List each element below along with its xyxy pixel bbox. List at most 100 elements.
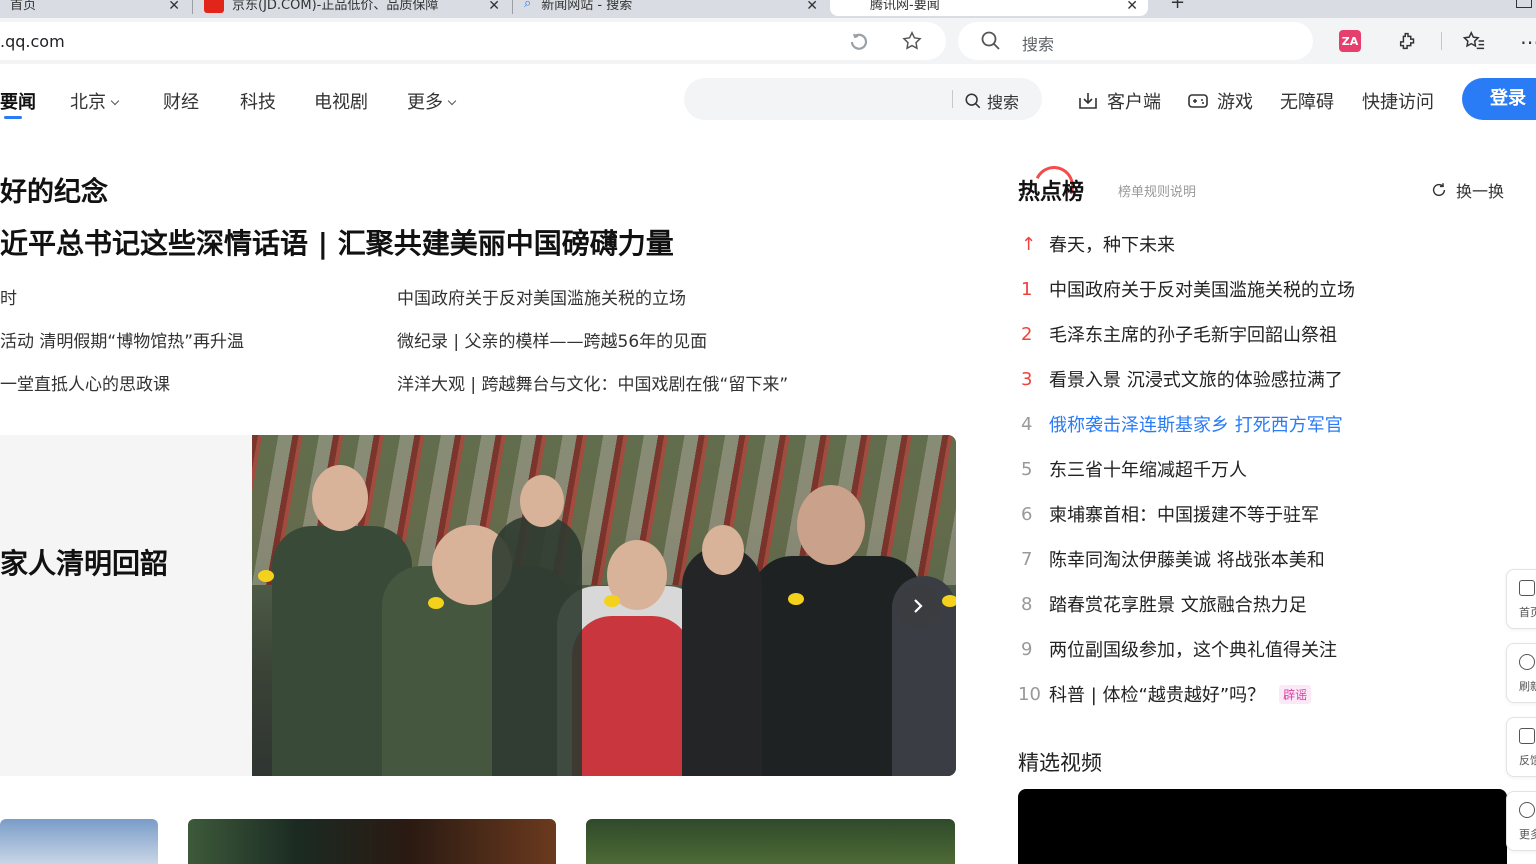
site-search-box[interactable]: 搜索 (684, 78, 1042, 120)
flower (258, 570, 274, 582)
news-link-right-2[interactable]: 微纪录 | 父亲的模样——跨越56年的见面 (397, 327, 707, 352)
flower (788, 593, 804, 605)
client-download-link[interactable]: 客户端 (1077, 88, 1161, 114)
news-link-left-1[interactable]: 时 (0, 284, 17, 309)
hot-list-rank: 2 (1021, 323, 1033, 345)
close-icon[interactable]: ✕ (488, 0, 500, 14)
news-thumbnail-1[interactable] (0, 819, 158, 864)
nav-item-beijing[interactable]: 北京 (70, 88, 120, 114)
side-tool-label: 反馈 (1519, 754, 1536, 767)
news-link-right-3[interactable]: 洋洋大观 | 跨越舞台与文化：中国戏剧在俄“留下来” (397, 370, 788, 395)
hot-list-item[interactable]: 7 陈幸同淘汰伊藤美诚 将战张本美和 (1018, 546, 1325, 572)
close-icon[interactable]: ✕ (168, 0, 180, 14)
games-link[interactable]: 游戏 (1187, 88, 1253, 114)
browser-tab-4[interactable]: 腾讯网-要闻 ✕ (830, 0, 1148, 16)
jd-favicon-icon (204, 0, 224, 13)
feature-carousel[interactable]: 家人清明回韶 (0, 435, 956, 776)
search-button-label: 搜索 (987, 93, 1020, 112)
side-tool-more[interactable]: 更多 (1506, 791, 1536, 851)
login-button[interactable]: 登录 (1462, 78, 1536, 120)
refresh-icon (1432, 183, 1446, 197)
hot-list-item[interactable]: 3 看景入景 沉浸式文旅的体验感拉满了 (1018, 366, 1343, 392)
hot-list-pinned-item[interactable]: ↑ 春天，种下未来 (1018, 231, 1175, 257)
chevron-down-icon (447, 96, 457, 106)
browser-tab-1[interactable]: 首页 ✕ (0, 0, 190, 16)
search-icon (980, 30, 1002, 52)
hot-list-item[interactable]: 6 柬埔寨首相：中国援建不等于驻军 (1018, 501, 1319, 527)
favorite-star-icon[interactable] (900, 29, 924, 53)
headline-small[interactable]: 好的纪念 (0, 170, 108, 209)
hot-list-title: 热点榜 (1018, 180, 1085, 205)
hot-list-item[interactable]: 2 毛泽东主席的孙子毛新宇回韶山祭祖 (1018, 321, 1337, 347)
window-minimize-icon[interactable] (1516, 0, 1532, 8)
hot-list-item[interactable]: 8 踏春赏花享胜景 文旅融合热力足 (1018, 591, 1307, 617)
hot-list-item[interactable]: 1 中国政府关于反对美国滥施关税的立场 (1018, 276, 1355, 302)
news-link-left-2[interactable]: 活动 清明假期“博物馆热”再升温 (0, 327, 244, 352)
favorites-icon[interactable] (1462, 30, 1486, 52)
tab-label: 首页 (10, 0, 37, 13)
address-bar[interactable]: .qq.com (0, 22, 946, 60)
news-thumbnail-2[interactable] (188, 819, 556, 864)
news-link-left-3[interactable]: 一堂直抵人心的思政课 (0, 370, 170, 395)
side-tool-home[interactable]: 首页 (1506, 569, 1536, 629)
hot-list-rank: 10 (1018, 683, 1041, 705)
tab-label: 腾讯网-要闻 (870, 0, 940, 13)
site-header: 要闻 北京 财经 科技 电视剧 更多 搜索 客户端 游戏 无障碍 快捷访问 登录 (0, 64, 1536, 134)
browser-tab-3[interactable]: ⌕ 新闻网站 - 搜索 ✕ (514, 0, 828, 16)
translate-icon[interactable]: ZA (1339, 30, 1361, 52)
carousel-next-button[interactable] (896, 584, 940, 628)
site-search-button[interactable]: 搜索 (964, 89, 1019, 113)
flower (428, 597, 444, 609)
close-icon[interactable]: ✕ (806, 0, 818, 14)
extensions-icon[interactable] (1397, 30, 1419, 52)
hot-list-item[interactable]: 9 两位副国级参加，这个典礼值得关注 (1018, 636, 1337, 662)
browser-search-box[interactable]: 搜索 (958, 22, 1313, 60)
accessibility-link[interactable]: 无障碍 (1280, 88, 1334, 114)
search-icon (965, 93, 981, 109)
more-menu-icon[interactable]: ⋯ (1520, 30, 1536, 54)
link-label: 客户端 (1107, 92, 1161, 113)
url-text[interactable]: .qq.com (0, 32, 65, 51)
toolbar-divider (1441, 32, 1442, 50)
home-icon (1519, 580, 1535, 596)
headline-main[interactable]: 近平总书记这些深情话语 | 汇聚共建美丽中国磅礴力量 (0, 222, 674, 262)
person-figure (682, 546, 762, 776)
quick-access-link[interactable]: 快捷访问 (1362, 88, 1434, 114)
hot-list-item-text: 东三省十年缩减超千万人 (1049, 460, 1247, 481)
hot-list-item-text: 毛泽东主席的孙子毛新宇回韶山祭祖 (1049, 325, 1337, 346)
feature-title[interactable]: 家人清明回韶 (0, 542, 168, 582)
news-link-right-1[interactable]: 中国政府关于反对美国滥施关税的立场 (397, 284, 686, 309)
close-icon[interactable]: ✕ (1126, 0, 1138, 14)
news-thumbnail-3[interactable] (586, 819, 955, 864)
person-head (520, 475, 564, 527)
hot-list-rank: 9 (1021, 638, 1033, 660)
refresh-label: 换一换 (1456, 182, 1505, 201)
side-tool-feedback[interactable]: 反馈 (1506, 717, 1536, 777)
hot-list-item-text: 两位副国级参加，这个典礼值得关注 (1049, 640, 1337, 661)
browser-tab-2[interactable]: 京东(JD.COM)-正品低价、品质保障 ✕ (194, 0, 510, 16)
hot-list-refresh-button[interactable]: 换一换 (1430, 178, 1504, 202)
chevron-down-icon (110, 96, 120, 106)
hot-list-item[interactable]: 4 俄称袭击泽连斯基家乡 打死西方军官 (1018, 411, 1343, 437)
nav-item-finance[interactable]: 财经 (163, 88, 199, 114)
nav-item-tv[interactable]: 电视剧 (314, 88, 368, 114)
person-figure (572, 616, 692, 776)
side-tool-refresh[interactable]: 刷新 (1506, 643, 1536, 703)
hot-list-rules-link[interactable]: 榜单规则说明 (1118, 181, 1196, 200)
hot-list-item-text: 陈幸同淘汰伊藤美诚 将战张本美和 (1049, 550, 1325, 571)
hot-list-rank: 6 (1021, 503, 1033, 525)
hot-list-rank: 8 (1021, 593, 1033, 615)
featured-video-player[interactable] (1018, 789, 1507, 864)
tab-label: 新闻网站 - 搜索 (541, 0, 633, 13)
nav-item-tech[interactable]: 科技 (240, 88, 276, 114)
edge-refresh-icon[interactable] (848, 30, 870, 52)
hot-list-item[interactable]: 10 科普 | 体检“越贵越好”吗？ 辟谣 (1018, 681, 1312, 707)
refresh-icon (1519, 654, 1535, 670)
chevron-right-icon (914, 599, 923, 613)
hot-list-rank: 5 (1021, 458, 1033, 480)
hot-list-item[interactable]: 5 东三省十年缩减超千万人 (1018, 456, 1247, 482)
nav-item-news[interactable]: 要闻 (0, 88, 36, 114)
feature-photo[interactable] (252, 435, 956, 776)
new-tab-icon[interactable]: + (1170, 0, 1185, 13)
nav-item-more[interactable]: 更多 (407, 88, 457, 114)
